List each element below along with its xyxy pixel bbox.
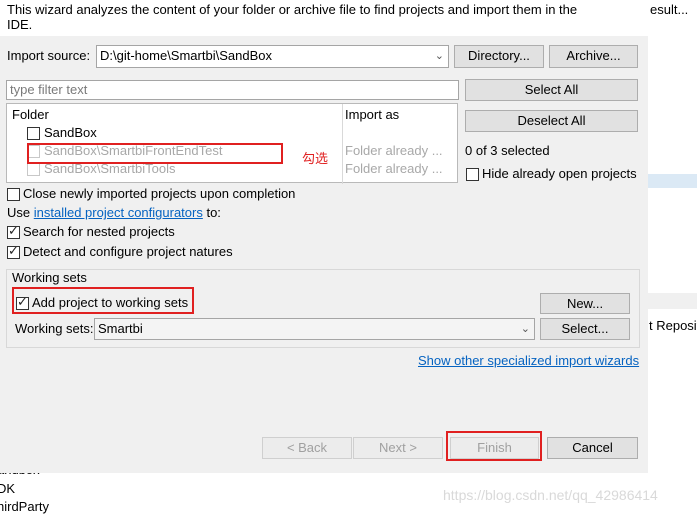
cancel-button[interactable]: Cancel bbox=[547, 437, 638, 459]
column-header-folder: Folder bbox=[12, 107, 49, 122]
chevron-down-icon[interactable]: ⌄ bbox=[435, 46, 444, 66]
other-import-wizards-link[interactable]: Show other specialized import wizards bbox=[418, 353, 639, 368]
import-source-value: D:\git-home\Smartbi\SandBox bbox=[100, 48, 272, 63]
deselect-all-button[interactable]: Deselect All bbox=[465, 110, 638, 132]
annotation-box-working-sets bbox=[12, 287, 194, 314]
background-highlight-strip bbox=[648, 174, 697, 188]
filter-placeholder: type filter text bbox=[10, 82, 88, 97]
annotation-box-row bbox=[27, 143, 283, 164]
wizard-header: This wizard analyzes the content of your… bbox=[0, 0, 648, 36]
select-all-button[interactable]: Select All bbox=[465, 79, 638, 101]
background-tree-item-thirdparty: hirdParty bbox=[0, 499, 50, 514]
use-configurators-text: Use installed project configurators to: bbox=[7, 205, 221, 220]
background-panel bbox=[648, 293, 697, 309]
detect-natures-label[interactable]: Detect and configure project natures bbox=[23, 244, 233, 259]
row-checkbox-tools[interactable] bbox=[27, 163, 40, 176]
filter-input[interactable]: type filter text bbox=[6, 80, 459, 100]
configurators-link[interactable]: installed project configurators bbox=[34, 205, 203, 220]
select-working-set-button[interactable]: Select... bbox=[540, 318, 630, 340]
archive-button[interactable]: Archive... bbox=[549, 45, 638, 68]
import-source-label: Import source: bbox=[7, 48, 91, 63]
close-imported-label[interactable]: Close newly imported projects upon compl… bbox=[23, 186, 295, 201]
annotation-label: 勾选 bbox=[302, 151, 329, 166]
close-imported-checkbox[interactable] bbox=[7, 188, 20, 201]
next-button[interactable]: Next > bbox=[353, 437, 443, 459]
row-importas-tools: Folder already ... bbox=[345, 161, 443, 176]
background-repository-text: t Reposit bbox=[649, 318, 697, 333]
working-sets-value: Smartbi bbox=[98, 321, 143, 336]
import-source-combo[interactable]: D:\git-home\Smartbi\SandBox ⌄ bbox=[96, 45, 449, 68]
chevron-down-icon[interactable]: ⌄ bbox=[521, 319, 530, 339]
working-sets-group-title: Working sets bbox=[12, 270, 87, 285]
background-tree-item-jdk: DK bbox=[0, 481, 16, 496]
hide-open-projects-label[interactable]: Hide already open projects bbox=[482, 166, 637, 181]
detect-natures-checkbox[interactable] bbox=[7, 243, 20, 259]
import-projects-dialog: This wizard analyzes the content of your… bbox=[0, 0, 648, 473]
back-button[interactable]: < Back bbox=[262, 437, 352, 459]
column-separator bbox=[342, 104, 343, 184]
watermark: https://blog.csdn.net/qq_42986414 bbox=[443, 487, 658, 503]
selection-count: 0 of 3 selected bbox=[465, 143, 550, 158]
row-folder-sandbox[interactable]: SandBox bbox=[44, 125, 97, 140]
search-nested-checkbox[interactable] bbox=[7, 223, 20, 239]
directory-button[interactable]: Directory... bbox=[454, 45, 544, 68]
background-result-text: esult... bbox=[650, 2, 689, 17]
column-header-import-as: Import as bbox=[345, 107, 400, 122]
use-suffix: to: bbox=[206, 205, 221, 220]
row-importas-frontendtest: Folder already ... bbox=[345, 143, 443, 158]
wizard-description: This wizard analyzes the content of your… bbox=[7, 2, 578, 32]
use-prefix: Use bbox=[7, 205, 31, 220]
annotation-box-finish bbox=[446, 431, 542, 461]
hide-open-projects-checkbox[interactable] bbox=[466, 168, 479, 181]
working-sets-label: Working sets: bbox=[15, 321, 94, 336]
search-nested-label[interactable]: Search for nested projects bbox=[23, 224, 175, 239]
new-working-set-button[interactable]: New... bbox=[540, 293, 630, 314]
row-checkbox-sandbox[interactable] bbox=[27, 127, 40, 140]
working-sets-combo[interactable]: Smartbi ⌄ bbox=[94, 318, 535, 340]
